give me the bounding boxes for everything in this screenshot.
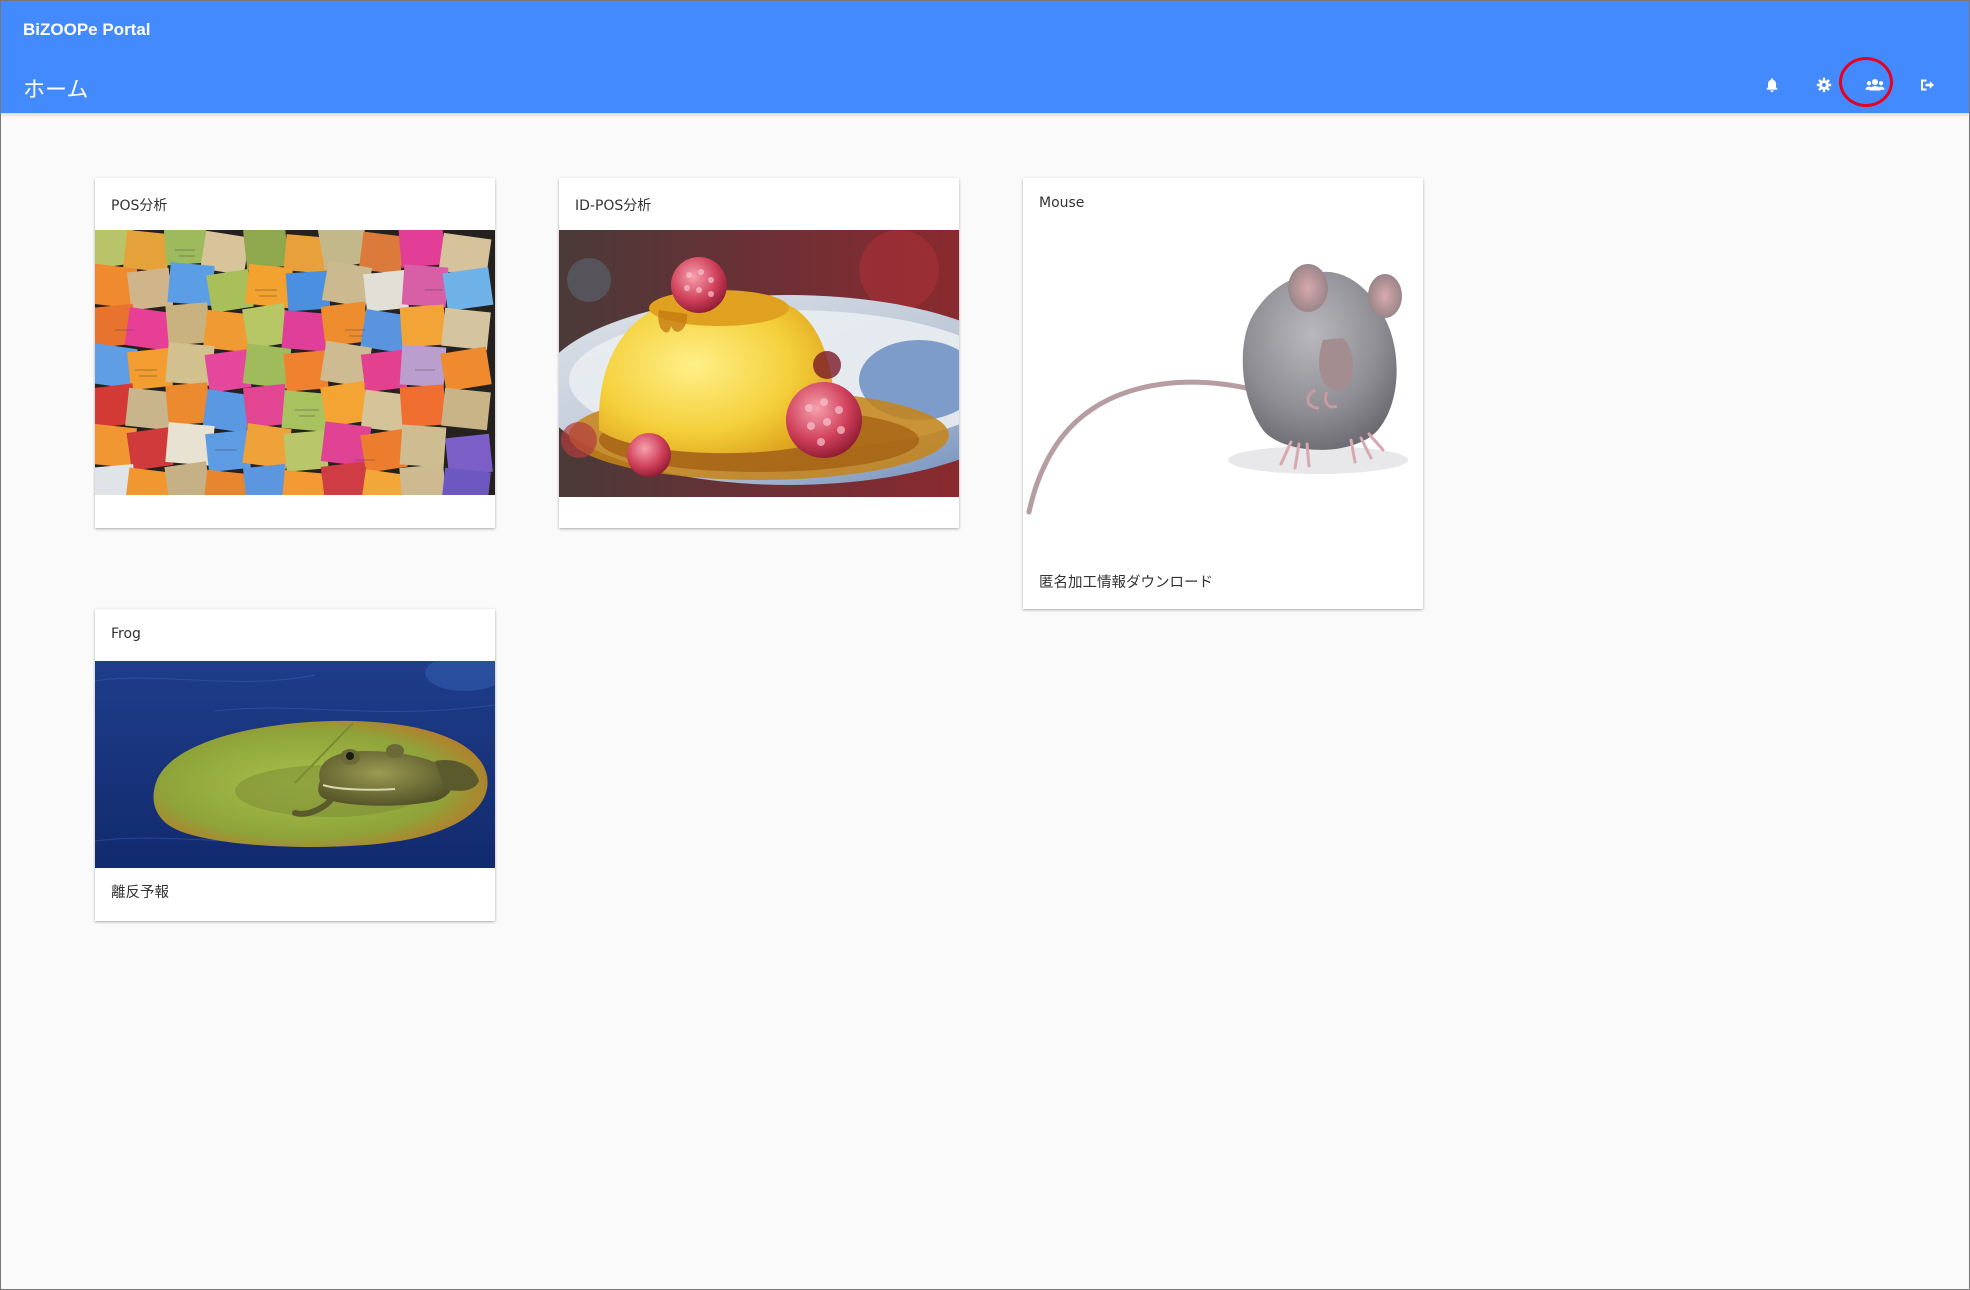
card-mouse[interactable]: Mouse 匿名加工情報ダウンロード (1023, 178, 1423, 609)
frog-illustration (95, 661, 495, 868)
mouse-image (1023, 230, 1423, 560)
sticky-notes-illustration (95, 230, 495, 495)
card-title: POS分析 (111, 198, 168, 214)
pudding-illustration (559, 230, 959, 497)
logout-icon (1921, 79, 1934, 91)
card-frog[interactable]: Frog 離反予報 (95, 609, 495, 921)
card-id-pos-analysis[interactable]: ID-POS分析 (559, 178, 959, 528)
card-title: Frog (111, 626, 141, 642)
settings-button[interactable] (1807, 68, 1841, 102)
card-footer: 離反予報 (111, 885, 169, 901)
app-name: BiZOOPe Portal (23, 20, 151, 39)
card-title: ID-POS分析 (575, 198, 652, 214)
notifications-button[interactable] (1755, 68, 1789, 102)
card-title: Mouse (1039, 195, 1085, 211)
users-icon (1865, 79, 1885, 91)
users-button[interactable] (1858, 68, 1892, 102)
sticky-notes-image (95, 230, 495, 495)
card-footer: 匿名加工情報ダウンロード (1039, 575, 1213, 591)
logout-button[interactable] (1910, 68, 1944, 102)
app-bar: BiZOOPe Portal ホーム (0, 0, 1970, 113)
card-pos-analysis[interactable]: POS分析 (95, 178, 495, 528)
bell-icon (1766, 78, 1778, 92)
gear-icon (1816, 77, 1832, 93)
frog-lily-pad-image (95, 661, 495, 868)
page-title: ホーム (23, 78, 89, 103)
mouse-illustration (1026, 264, 1408, 515)
pudding-raspberry-image (559, 230, 959, 497)
toolbar-actions (1740, 68, 1950, 102)
